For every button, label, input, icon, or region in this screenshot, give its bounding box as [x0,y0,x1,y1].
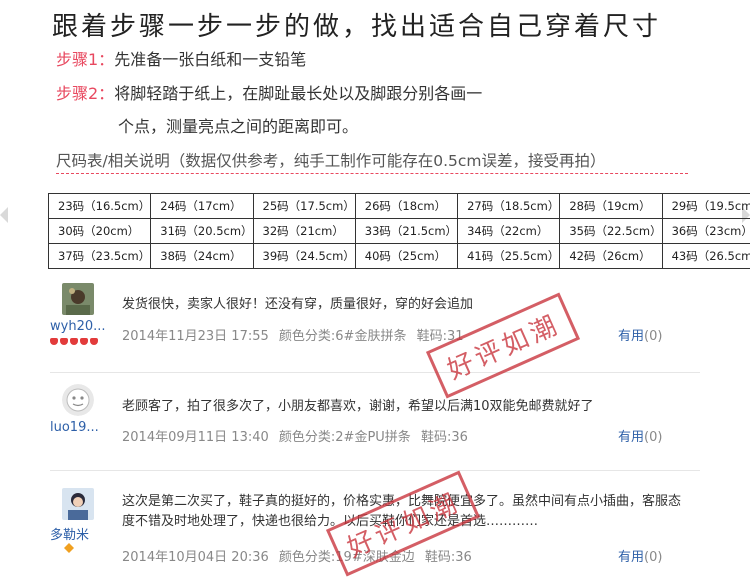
review-text: 发货很快，卖家人很好！还没有穿，质量很好，穿的好会追加 [122,297,474,312]
heart-icon [80,338,88,345]
size-cell: 26码（18cm） [354,193,459,219]
size-cell: 41码（25.5cm） [457,243,561,269]
step-2-label: 步骤2： [56,84,115,103]
review-username[interactable]: 多勒米 [50,524,89,543]
divider [50,372,700,373]
heart-icon [90,338,98,345]
size-table: 23码（16.5cm） 24码（17cm） 25码（17.5cm） 26码（18… [47,193,750,269]
size-cell: 43码（26.5cm） [661,243,750,269]
step-1: 步骤1：先准备一张白纸和一支铅笔 [56,46,306,70]
useful-count: (0) [644,550,663,565]
heart-icon [70,338,78,345]
review-date: 2014年11月23日 17:55 [122,329,269,344]
review-color: 颜色分类:6#金肤拼条 [278,329,407,344]
review-username[interactable]: luo19... [50,420,99,435]
size-cell: 36码（23cm） [661,218,750,244]
heart-icon [60,338,68,345]
size-cell: 38码（24cm） [150,243,254,269]
useful-button[interactable]: 有用(0) [618,426,662,445]
divider [50,470,700,471]
avatar[interactable] [62,384,94,416]
size-cell: 37码（23.5cm） [47,243,152,269]
size-cell: 29码（19.5cm） [661,193,750,219]
useful-count: (0) [644,430,663,445]
review-item: wyh20... 发货很快，卖家人很好！还没有穿，质量很好，穿的好会追加 201… [50,283,700,365]
table-row: 37码（23.5cm） 38码（24cm） 39码（24.5cm） 40码（25… [47,243,750,269]
review-meta: 2014年11月23日 17:55 颜色分类:6#金肤拼条 鞋码:31 [122,325,470,344]
useful-button[interactable]: 有用(0) [618,325,662,344]
size-cell: 27码（18.5cm） [457,193,561,219]
useful-button[interactable]: 有用(0) [618,546,662,565]
buyer-level-badge [64,543,74,553]
size-cell: 24码（17cm） [150,193,254,219]
size-cell: 35码（22.5cm） [559,218,663,244]
review-meta: 2014年09月11日 13:40 颜色分类:2#金PU拼条 鞋码:36 [122,426,474,445]
step-1-text: 先准备一张白纸和一支铅笔 [114,50,307,69]
size-cell: 39码（24.5cm） [252,243,356,269]
table-row: 23码（16.5cm） 24码（17cm） 25码（17.5cm） 26码（18… [47,193,750,219]
review-item: luo19... 老顾客了，拍了很多次了，小朋友都喜欢，谢谢，希望以后满10双能… [50,384,700,466]
review-meta: 2014年10月04日 20:36 颜色分类:19#深肤金边 鞋码:36 [122,546,478,565]
step-1-label: 步骤1： [56,50,115,69]
avatar[interactable] [62,283,94,315]
size-cell: 40码（25cm） [354,243,459,269]
size-cell: 30码（20cm） [47,218,152,244]
review-color: 颜色分类:2#金PU拼条 [278,430,411,445]
step-2-text: 将脚轻踏于纸上，在脚趾最长处以及脚跟分别各画一 [114,84,483,103]
useful-label: 有用 [618,430,645,445]
review-size: 鞋码:36 [420,430,468,445]
size-cell: 32码（21cm） [252,218,356,244]
page-title: 跟着步骤一步一步的做，找出适合自己穿着尺寸 [52,12,662,42]
useful-label: 有用 [618,329,645,344]
review-date: 2014年09月11日 13:40 [122,430,269,445]
diamond-icon [64,543,74,553]
review-size: 鞋码:36 [424,550,472,565]
table-row: 30码（20cm） 31码（20.5cm） 32码（21cm） 33码（21.5… [47,218,750,244]
size-cell: 23码（16.5cm） [47,193,152,219]
review-username[interactable]: wyh20... [50,319,106,334]
avatar[interactable] [62,488,94,520]
size-cell: 28码（19cm） [559,193,663,219]
step-2-text-continued: 个点，测量亮点之间的距离即可。 [118,117,359,136]
review-date: 2014年10月04日 20:36 [122,550,269,565]
heart-icon [50,338,58,345]
size-chart-note: 尺码表/相关说明（数据仅供参考，纯手工制作可能存在0.5cm误差，接受再拍） [56,152,606,170]
size-cell: 34码（22cm） [457,218,561,244]
size-cell: 31码（20.5cm） [150,218,254,244]
size-cell: 42码（26cm） [559,243,663,269]
size-cell: 33码（21.5cm） [354,218,459,244]
useful-count: (0) [644,329,663,344]
size-cell: 25码（17.5cm） [252,193,356,219]
review-text: 老顾客了，拍了很多次了，小朋友都喜欢，谢谢，希望以后满10双能免邮费就好了 [122,399,594,414]
step-2: 步骤2：将脚轻踏于纸上，在脚趾最长处以及脚跟分别各画一 [56,80,482,104]
buyer-level-badge [50,338,98,345]
useful-label: 有用 [618,550,645,565]
prev-arrow-icon[interactable] [0,207,8,223]
divider [56,173,688,174]
